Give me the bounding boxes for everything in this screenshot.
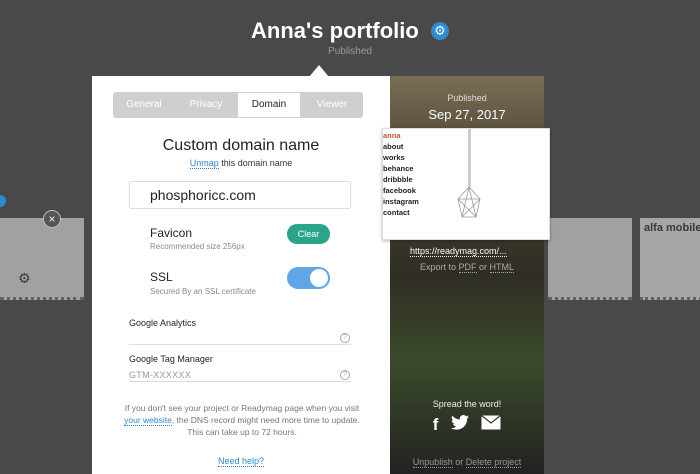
background-thumb-title: alfa mobile bbox=[644, 222, 700, 234]
unmap-line: Unmap this domain name bbox=[92, 158, 390, 169]
note-text: , the DNS record might need more time to… bbox=[171, 415, 360, 437]
help-icon[interactable]: ? bbox=[340, 333, 350, 343]
social-share-row: f bbox=[390, 415, 544, 435]
preview-menu-item: facebook bbox=[383, 186, 416, 195]
export-line: Export to PDF or HTML bbox=[390, 262, 544, 273]
lamp-icon bbox=[457, 187, 481, 218]
preview-menu-item: anna bbox=[383, 131, 401, 140]
preview-menu-item: contact bbox=[383, 208, 410, 217]
envelope-shape bbox=[481, 415, 502, 430]
toggle-knob bbox=[310, 269, 328, 287]
unmap-link[interactable]: Unmap bbox=[189, 158, 219, 169]
project-title: Anna's portfolio bbox=[251, 18, 419, 43]
background-project-thumb[interactable]: alfa mobile bbox=[640, 218, 700, 300]
unmap-rest-text: this domain name bbox=[221, 158, 293, 168]
preview-menu-item: works bbox=[383, 153, 405, 162]
favicon-sub: Recommended size 256px bbox=[150, 242, 245, 251]
unpublish-link[interactable]: Unpublish bbox=[412, 457, 453, 468]
help-icon[interactable]: ? bbox=[340, 370, 350, 380]
facebook-icon[interactable]: f bbox=[433, 415, 439, 435]
published-url-link[interactable]: https://readymag.com/... bbox=[410, 246, 507, 257]
export-or: or bbox=[479, 262, 488, 272]
tag-manager-input[interactable]: GTM-XXXXXX bbox=[129, 370, 191, 380]
export-prefix: Export to bbox=[419, 262, 456, 272]
settings-tabs: General Privacy Domain Viewer bbox=[113, 92, 363, 118]
spread-heading: Spread the word! bbox=[432, 399, 502, 409]
favicon-clear-button[interactable]: Clear bbox=[287, 224, 330, 244]
favicon-label: Favicon bbox=[150, 226, 193, 240]
google-analytics-label: Google Analytics bbox=[129, 318, 197, 328]
unpublish-line: Unpublish or Delete project bbox=[390, 457, 544, 468]
published-date: Sep 27, 2017 bbox=[428, 107, 506, 122]
tab-domain[interactable]: Domain bbox=[237, 92, 301, 118]
gear-icon[interactable]: ⚙ bbox=[18, 270, 31, 287]
export-html-link[interactable]: HTML bbox=[489, 262, 515, 273]
published-label: Published bbox=[447, 93, 487, 103]
preview-menu-item: instagram bbox=[383, 197, 419, 206]
site-preview[interactable]: anna about works behance dribbble facebo… bbox=[382, 128, 550, 240]
preview-menu-item: behance bbox=[383, 164, 414, 173]
delete-project-link[interactable]: Delete project bbox=[465, 457, 522, 468]
preview-menu-item: about bbox=[383, 142, 404, 151]
tag-manager-underline bbox=[129, 381, 351, 382]
your-website-link[interactable]: your website bbox=[124, 415, 172, 426]
ssl-toggle[interactable] bbox=[287, 267, 330, 289]
export-pdf-link[interactable]: PDF bbox=[458, 262, 477, 273]
settings-panel: General Privacy Domain Viewer Custom dom… bbox=[92, 76, 390, 474]
dns-note: If you don't see your project or Readyma… bbox=[120, 402, 364, 438]
need-help-link[interactable]: Need help? bbox=[92, 456, 390, 467]
preview-menu-item: dribbble bbox=[383, 175, 413, 184]
tab-privacy[interactable]: Privacy bbox=[175, 92, 237, 118]
preview-menu: anna about works behance dribbble facebo… bbox=[383, 130, 419, 218]
domain-input[interactable]: phosphoricc.com bbox=[129, 181, 351, 209]
background-project-thumb[interactable] bbox=[548, 218, 632, 300]
page-title: Anna's portfolio ⚙ bbox=[0, 18, 700, 44]
background-project-thumb[interactable]: ⚙ bbox=[0, 218, 84, 300]
tab-viewer[interactable]: Viewer bbox=[301, 92, 363, 118]
note-text: If you don't see your project or Readyma… bbox=[124, 403, 360, 413]
twitter-bird-shape bbox=[450, 415, 469, 430]
twitter-icon[interactable] bbox=[450, 415, 469, 435]
settings-gear-icon[interactable]: ⚙ bbox=[430, 22, 449, 40]
need-help-text[interactable]: Need help? bbox=[217, 456, 265, 467]
google-analytics-input[interactable] bbox=[129, 344, 351, 345]
domain-heading: Custom domain name bbox=[162, 137, 320, 154]
tag-manager-label: Google Tag Manager bbox=[129, 354, 213, 364]
publish-status: Published bbox=[328, 46, 372, 57]
close-icon[interactable]: × bbox=[43, 210, 61, 228]
unpub-or: or bbox=[455, 457, 464, 467]
lamp-cord bbox=[468, 129, 471, 187]
tab-general[interactable]: General bbox=[113, 92, 175, 118]
ssl-label: SSL bbox=[150, 270, 173, 284]
email-icon[interactable] bbox=[481, 415, 502, 435]
ssl-sub: Secured By an SSL certificate bbox=[150, 287, 256, 296]
